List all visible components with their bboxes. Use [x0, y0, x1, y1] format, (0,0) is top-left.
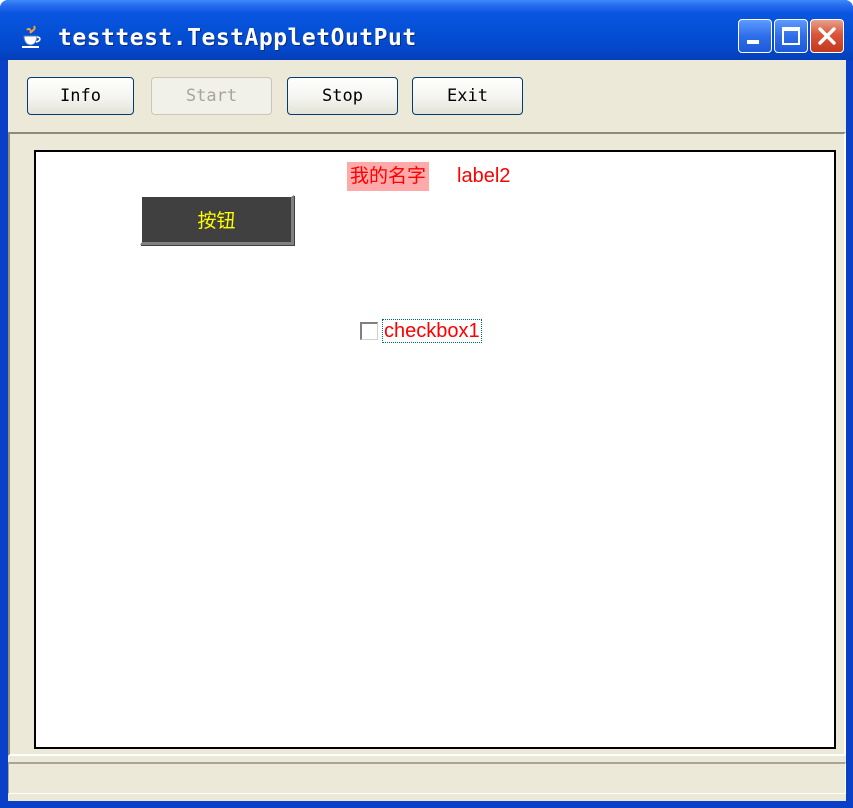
checkbox1[interactable]: checkbox1 — [360, 318, 482, 344]
close-button[interactable] — [810, 19, 844, 53]
label2: label2 — [457, 165, 511, 187]
stop-button[interactable]: Stop — [287, 77, 398, 115]
checkbox-box[interactable] — [360, 322, 378, 340]
info-button[interactable]: Info — [27, 77, 134, 115]
checkbox-label[interactable]: checkbox1 — [382, 319, 482, 343]
minimize-button[interactable] — [738, 19, 772, 53]
name-label: 我的名字 — [347, 162, 430, 191]
title-bar[interactable]: testtest.TestAppletOutPut — [0, 0, 853, 60]
start-button[interactable]: Start — [151, 77, 272, 115]
maximize-icon — [782, 27, 800, 45]
close-icon — [818, 27, 836, 45]
client-area: Info Start Stop Exit 我的名字 label2 按钮 chec… — [8, 60, 846, 801]
applet-window: testtest.TestAppletOutPut Info Start Sto… — [0, 0, 853, 808]
status-bar — [8, 762, 846, 794]
applet-panel: 我的名字 label2 按钮 checkbox1 — [34, 150, 836, 749]
exit-button[interactable]: Exit — [412, 77, 523, 115]
chinese-button[interactable]: 按钮 — [140, 195, 294, 245]
minimize-icon — [747, 40, 759, 44]
window-title: testtest.TestAppletOutPut — [58, 25, 417, 51]
maximize-button[interactable] — [774, 19, 808, 53]
java-cup-icon — [22, 25, 41, 48]
